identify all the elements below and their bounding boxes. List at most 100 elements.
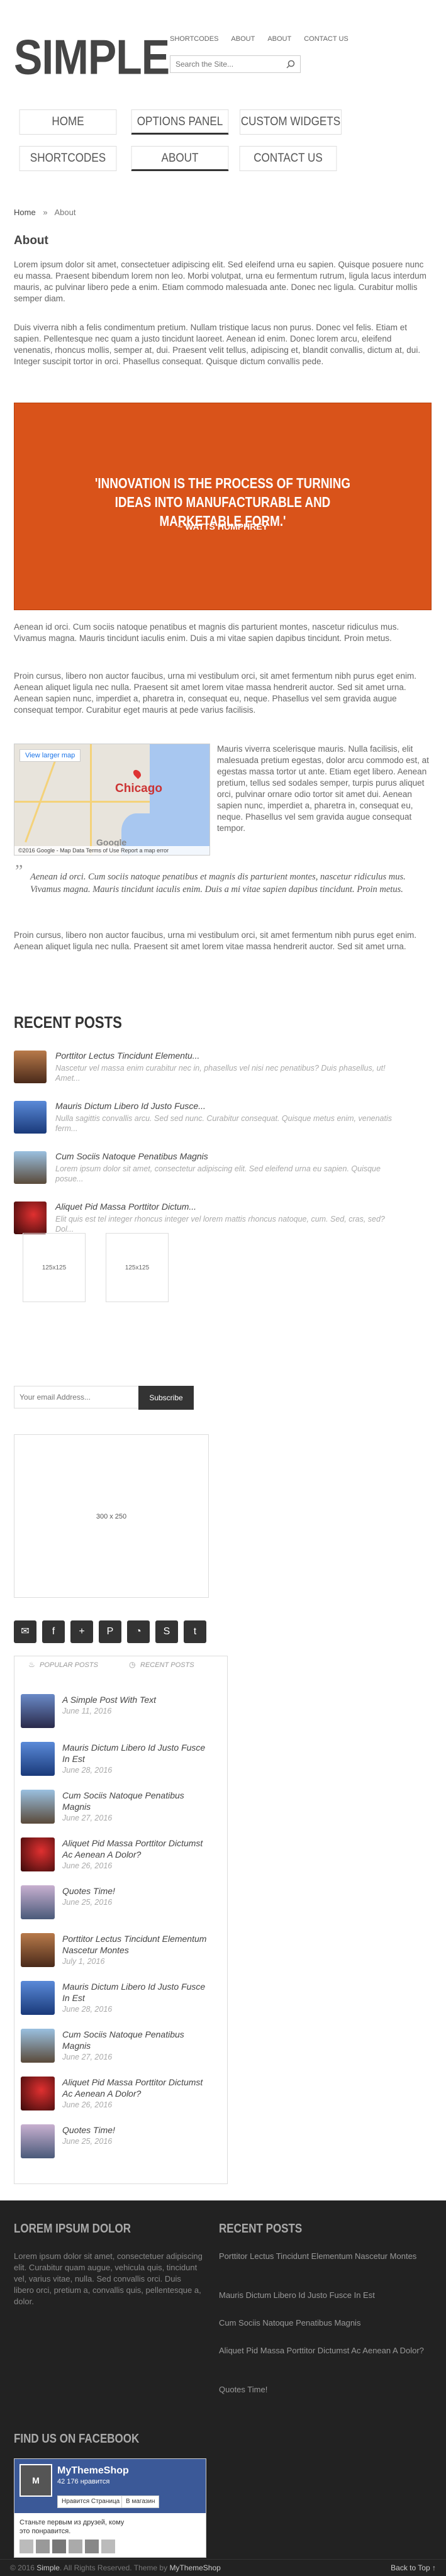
copyright-bar: © 2016 Simple. All Rights Reserved. Them…: [0, 2559, 446, 2576]
footer-recent-link[interactable]: Cum Sociis Natoque Penatibus Magnis: [219, 2317, 426, 2329]
paragraph-5: Proin cursus, libero non auctor faucibus…: [14, 930, 417, 951]
paragraph-1: Lorem ipsum dolor sit amet, consectetuer…: [14, 260, 426, 303]
post-title[interactable]: Cum Sociis Natoque Penatibus Magnis: [55, 1151, 208, 1161]
post-title[interactable]: Porttitor Lectus Tincidunt Elementu...: [55, 1051, 199, 1061]
search-box: [170, 55, 301, 73]
post-thumbnail[interactable]: [21, 2124, 55, 2158]
back-to-top-link[interactable]: Back to Top ↑: [391, 2563, 436, 2572]
post-date: June 26, 2016: [62, 2100, 113, 2109]
post-thumbnail[interactable]: [21, 1885, 55, 1919]
search-icon[interactable]: [286, 60, 295, 69]
post-excerpt: Nulla sagittis convallis arcu. Sed sed n…: [55, 1114, 393, 1133]
copyright-prefix: © 2016: [10, 2563, 37, 2572]
post-thumbnail[interactable]: [21, 1981, 55, 2015]
post-thumbnail[interactable]: [21, 1933, 55, 1967]
copyright-text: © 2016 Simple. All Rights Reserved. Them…: [10, 2563, 221, 2572]
post-title[interactable]: Cum Sociis Natoque Penatibus Magnis: [62, 1790, 213, 1812]
ad-125-1[interactable]: 125x125: [23, 1233, 86, 1302]
tab-post-item[interactable]: Aliquet Pid Massa Porttitor Dictumst Ac …: [21, 2077, 222, 2121]
tab-post-item[interactable]: Quotes Time! June 25, 2016: [21, 2124, 222, 2168]
post-title[interactable]: Porttitor Lectus Tincidunt Elementum Nas…: [62, 1933, 213, 1956]
ad-125-2[interactable]: 125x125: [106, 1233, 169, 1302]
post-title[interactable]: Mauris Dictum Libero Id Justo Fusce In E…: [62, 1742, 213, 1765]
post-thumbnail[interactable]: [14, 1101, 47, 1134]
plus-icon[interactable]: +: [70, 1620, 93, 1643]
pinterest-icon[interactable]: P: [99, 1620, 121, 1643]
menu-contact-us[interactable]: CONTACT US: [239, 146, 337, 171]
stumbleupon-icon[interactable]: S: [155, 1620, 178, 1643]
post-thumbnail[interactable]: [21, 2077, 55, 2110]
post-title[interactable]: Aliquet Pid Massa Porttitor Dictumst Ac …: [62, 1837, 213, 1860]
post-thumbnail[interactable]: [14, 1202, 47, 1234]
facebook-widget[interactable]: M MyThemeShop 42 176 нравится Нравится С…: [14, 2458, 206, 2558]
footer-recent-link[interactable]: Quotes Time!: [219, 2384, 426, 2395]
footer-text: Lorem ipsum dolor sit amet, consectetuer…: [14, 2251, 203, 2306]
post-title[interactable]: A Simple Post With Text: [62, 1694, 213, 1705]
post-date: June 11, 2016: [62, 1707, 112, 1715]
twitter-icon[interactable]: t: [184, 1620, 206, 1643]
footer-recent-link[interactable]: Aliquet Pid Massa Porttitor Dictumst Ac …: [219, 2345, 426, 2356]
tab-post-item[interactable]: Quotes Time! June 25, 2016: [21, 1885, 222, 1929]
friend-avatar: [101, 2540, 115, 2553]
menu-shortcodes[interactable]: SHORTCODES: [19, 146, 117, 171]
map-embed[interactable]: Chicago View larger map Google ©2016 Goo…: [14, 744, 210, 856]
facebook-icon[interactable]: f: [42, 1620, 65, 1643]
post-thumbnail[interactable]: [21, 1742, 55, 1776]
footer-recent-link[interactable]: Mauris Dictum Libero Id Justo Fusce In E…: [219, 2290, 426, 2301]
tab-post-item[interactable]: Mauris Dictum Libero Id Justo Fusce In E…: [21, 1981, 222, 2025]
post-thumbnail[interactable]: [14, 1051, 47, 1083]
view-larger-map-link[interactable]: View larger map: [20, 749, 81, 762]
tab-post-item[interactable]: Mauris Dictum Libero Id Justo Fusce In E…: [21, 1742, 222, 1786]
tab-post-item[interactable]: Aliquet Pid Massa Porttitor Dictumst Ac …: [21, 1837, 222, 1882]
post-title[interactable]: Aliquet Pid Massa Porttitor Dictumst Ac …: [62, 2077, 213, 2099]
post-title[interactable]: Mauris Dictum Libero Id Justo Fusce...: [55, 1101, 206, 1111]
post-thumbnail[interactable]: [21, 1694, 55, 1728]
mail-icon[interactable]: ✉: [14, 1620, 36, 1643]
paragraph-2: Duis viverra nibh a felis condimentum pr…: [14, 323, 421, 366]
tab-post-item[interactable]: A Simple Post With Text June 11, 2016: [21, 1694, 222, 1738]
post-thumbnail[interactable]: [21, 1837, 55, 1871]
post-title[interactable]: Aliquet Pid Massa Porttitor Dictum...: [55, 1202, 196, 1212]
facebook-page-name[interactable]: MyThemeShop: [57, 2465, 129, 2477]
post-title[interactable]: Cum Sociis Natoque Penatibus Magnis: [62, 2029, 213, 2051]
menu-options-panel[interactable]: OPTIONS PANEL: [131, 109, 229, 135]
top-nav-about[interactable]: ABOUT: [231, 35, 255, 43]
tab-post-item[interactable]: Porttitor Lectus Tincidunt Elementum Nas…: [21, 1933, 222, 1977]
facebook-heading: FIND US ON FACEBOOK: [14, 2432, 140, 2446]
rss-icon[interactable]: ◔: [127, 1620, 150, 1643]
blockquote: ” Aenean id orci. Cum sociis natoque pen…: [14, 863, 432, 896]
map-pin-icon: [131, 768, 143, 779]
tab-recent-posts[interactable]: RECENT POSTS: [140, 1661, 194, 1669]
post-thumbnail[interactable]: [14, 1151, 47, 1184]
top-nav-shortcodes[interactable]: SHORTCODES: [170, 35, 218, 43]
menu-about[interactable]: ABOUT: [131, 146, 229, 171]
post-thumbnail[interactable]: [21, 2029, 55, 2063]
copyright-site-link[interactable]: Simple: [36, 2563, 60, 2572]
top-nav-about-2[interactable]: ABOUT: [267, 35, 291, 43]
search-input[interactable]: [170, 56, 277, 72]
facebook-like-button[interactable]: Нравится Страница: [57, 2495, 125, 2508]
subscribe-button[interactable]: Subscribe: [138, 1386, 194, 1410]
facebook-avatar[interactable]: M: [20, 2464, 52, 2497]
facebook-shop-button[interactable]: В магазин: [121, 2495, 160, 2508]
email-input[interactable]: [14, 1386, 140, 1408]
site-logo[interactable]: SIMPLE: [14, 33, 170, 82]
post-title[interactable]: Quotes Time!: [62, 1885, 213, 1897]
menu-home[interactable]: HOME: [19, 109, 117, 135]
tab-post-item[interactable]: Cum Sociis Natoque Penatibus Magnis June …: [21, 2029, 222, 2073]
post-title[interactable]: Quotes Time!: [62, 2124, 213, 2136]
breadcrumb-home[interactable]: Home: [14, 208, 36, 217]
recent-post-item[interactable]: Mauris Dictum Libero Id Justo Fusce... N…: [14, 1101, 432, 1140]
ad-300x250[interactable]: 300 x 250: [14, 1434, 209, 1598]
recent-post-item[interactable]: Cum Sociis Natoque Penatibus Magnis Lore…: [14, 1151, 432, 1190]
menu-custom-widgets[interactable]: CUSTOM WIDGETS: [240, 109, 342, 135]
copyright-theme-link[interactable]: MyThemeShop: [169, 2563, 220, 2572]
post-date: July 1, 2016: [62, 1957, 105, 1966]
top-nav-contact[interactable]: CONTACT US: [304, 35, 348, 43]
footer-recent-link[interactable]: Porttitor Lectus Tincidunt Elementum Nas…: [219, 2251, 426, 2262]
tab-popular-posts[interactable]: POPULAR POSTS: [40, 1661, 98, 1669]
post-thumbnail[interactable]: [21, 1790, 55, 1824]
post-title[interactable]: Mauris Dictum Libero Id Justo Fusce In E…: [62, 1981, 213, 2004]
recent-post-item[interactable]: Porttitor Lectus Tincidunt Elementu... N…: [14, 1051, 432, 1090]
tab-post-item[interactable]: Cum Sociis Natoque Penatibus Magnis June …: [21, 1790, 222, 1834]
